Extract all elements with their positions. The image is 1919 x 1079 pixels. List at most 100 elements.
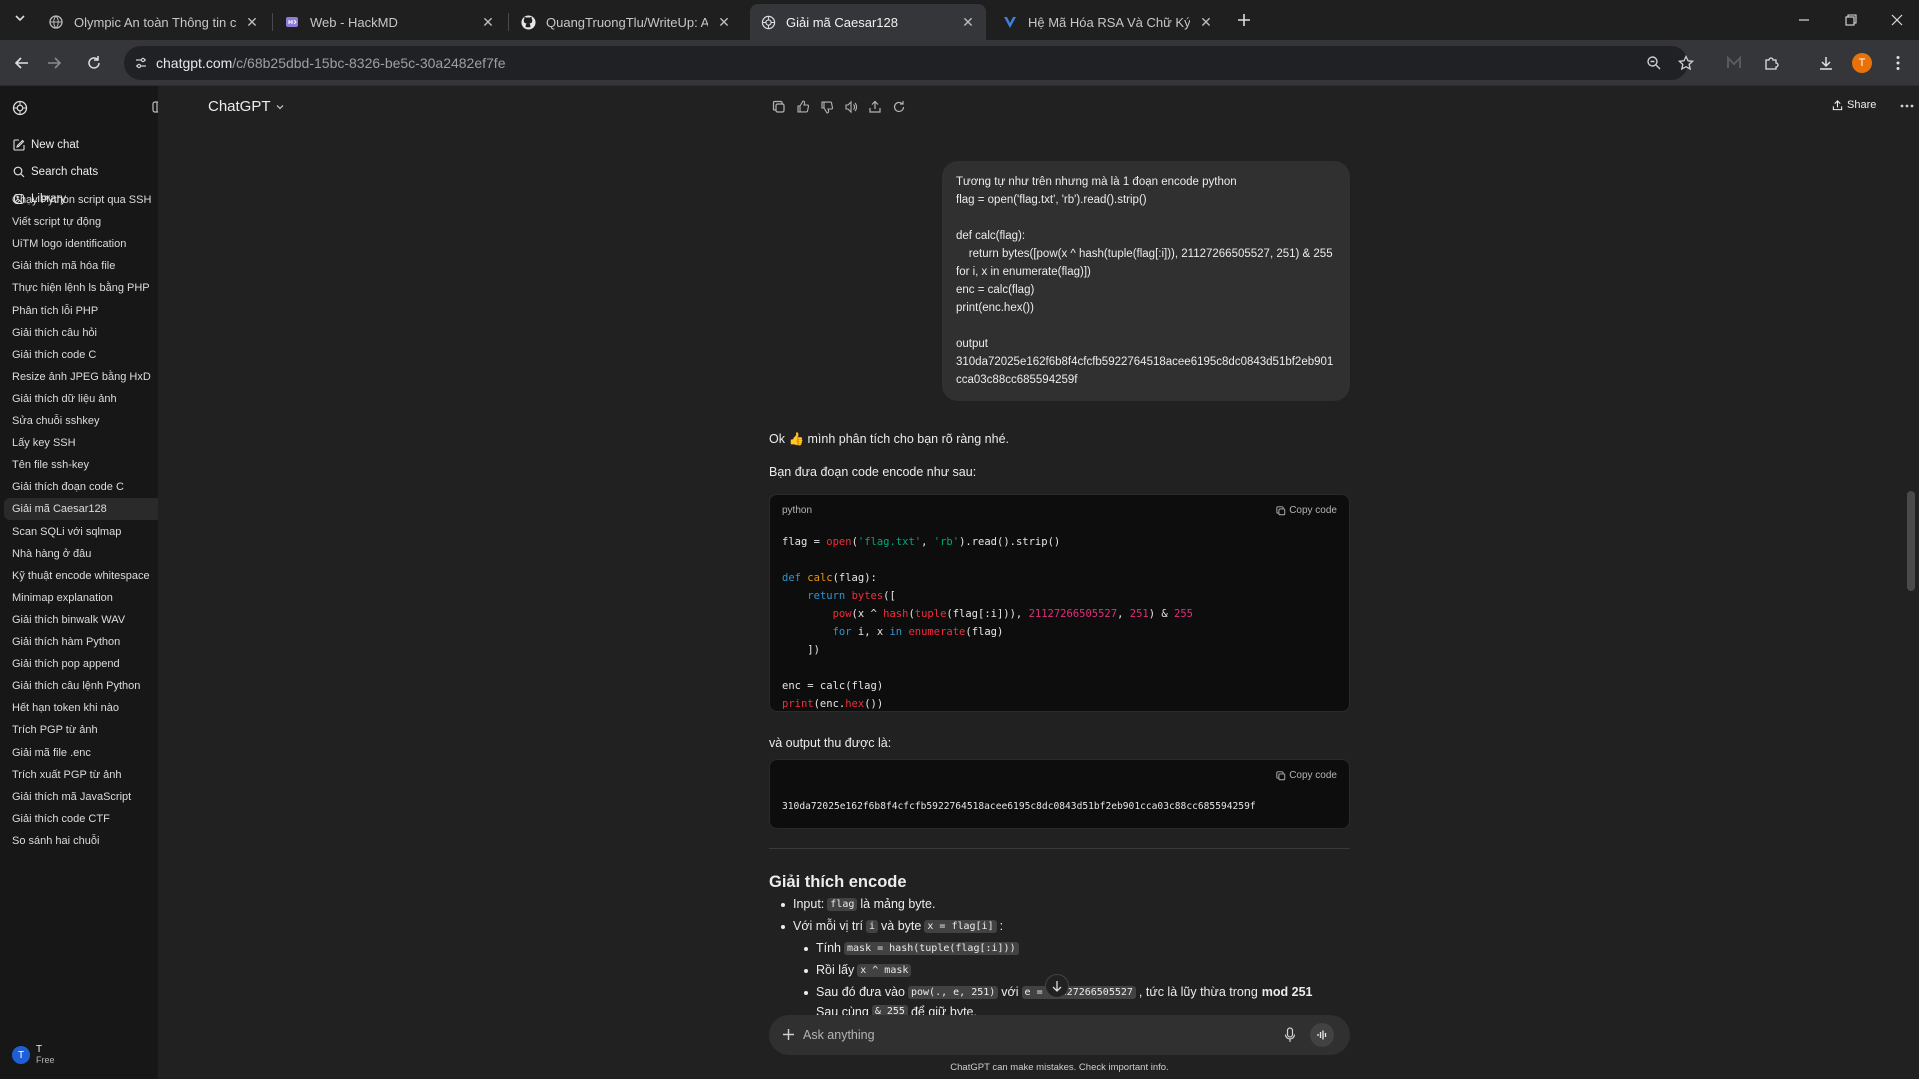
sidebar-chat-item[interactable]: Giải thích binwalk WAV <box>4 609 158 631</box>
copy-code-button[interactable]: Copy code <box>1276 770 1337 781</box>
sidebar-chat-item[interactable]: Hết hạn token khi nào <box>4 697 158 719</box>
voice-mode-button[interactable] <box>1310 1023 1334 1047</box>
sidebar-chat-item[interactable]: Thực hiện lệnh ls bằng PHP <box>4 277 158 299</box>
sidebar-chat-item[interactable]: Minimap explanation <box>4 587 158 609</box>
sidebar-chat-item[interactable]: Kỹ thuật encode whitespace <box>4 565 158 587</box>
thumbs-up-icon[interactable] <box>794 98 812 116</box>
microphone-icon[interactable] <box>1284 1027 1296 1043</box>
copy-code-button[interactable]: Copy code <box>1276 505 1337 516</box>
sidebar-chat-item[interactable]: Giải thích mã hóa file <box>4 255 158 277</box>
search-chats-button[interactable]: Search chats <box>12 165 98 178</box>
sidebar-chat-item[interactable]: Tên file ssh-key <box>4 454 158 476</box>
user-name: T <box>36 1044 43 1055</box>
close-icon[interactable]: ✕ <box>960 14 976 30</box>
main-scrollbar[interactable] <box>1907 491 1915 591</box>
user-account[interactable]: T T Free <box>12 1044 55 1066</box>
sub-list-item: Tính mask = hash(tuple(flag[:i])) <box>804 941 1022 955</box>
browser-tab-active[interactable]: Giải mã Caesar128 ✕ <box>750 4 986 40</box>
thumbs-down-icon[interactable] <box>818 98 836 116</box>
share-icon[interactable] <box>866 98 884 116</box>
extensions-puzzle-icon[interactable] <box>1758 49 1786 77</box>
more-options-icon[interactable] <box>1900 104 1914 108</box>
close-icon[interactable]: ✕ <box>244 14 260 30</box>
sidebar-chat-item[interactable]: Trích PGP từ ảnh <box>4 719 158 741</box>
sidebar-chat-item[interactable]: Giải mã Caesar128 <box>4 498 158 521</box>
sidebar-chat-item[interactable]: Viết script tự động <box>4 211 158 233</box>
openai-logo-icon[interactable] <box>12 100 28 116</box>
tab-title: Giải mã Caesar128 <box>786 14 898 30</box>
browser-tab[interactable]: Hệ Mã Hóa RSA Và Chữ Ký Số - ✕ <box>992 4 1224 40</box>
plus-icon[interactable] <box>782 1028 795 1041</box>
browser-menu-button[interactable] <box>1884 49 1912 77</box>
new-tab-button[interactable] <box>1230 6 1258 34</box>
regenerate-icon[interactable] <box>890 98 908 116</box>
inline-code: pow(., e, 251) <box>908 985 999 999</box>
close-window-button[interactable] <box>1883 6 1911 34</box>
list-item: Với mỗi vị trí i và byte x = flag[i] : <box>781 919 1003 933</box>
sidebar-chat-item[interactable]: Giải thích dữ liệu ảnh <box>4 388 158 410</box>
bookmark-star-icon[interactable] <box>1678 55 1694 71</box>
tab-title: Olympic An toàn Thông tin cấp <box>74 14 236 30</box>
text: Với mỗi vị trí <box>793 919 864 933</box>
chevron-down-icon <box>15 15 25 22</box>
tab-search-button[interactable] <box>8 6 32 30</box>
close-icon[interactable]: ✕ <box>480 14 496 30</box>
bullet <box>781 903 785 907</box>
sidebar-chat-item[interactable]: Giải thích câu hỏi <box>4 322 158 344</box>
inline-code: x = flag[i] <box>924 919 997 933</box>
sidebar-chat-item[interactable]: Giải thích mã JavaScript <box>4 786 158 808</box>
kebab-menu-icon <box>1896 56 1900 70</box>
sidebar-chat-item[interactable]: Resize ảnh JPEG bằng HxD <box>4 366 158 388</box>
read-aloud-icon[interactable] <box>842 98 860 116</box>
zoom-icon[interactable] <box>1646 55 1662 71</box>
extension-m-icon[interactable] <box>1720 49 1748 77</box>
sidebar-chat-item[interactable]: UiTM logo identification <box>4 233 158 255</box>
copy-icon[interactable] <box>770 98 788 116</box>
download-button[interactable] <box>1812 49 1840 77</box>
upload-icon <box>1832 99 1843 110</box>
text: và byte <box>881 919 922 933</box>
model-selector[interactable]: ChatGPT <box>208 98 285 115</box>
address-bar[interactable]: chatgpt.com/c/68b25dbd-15bc-8326-be5c-30… <box>124 46 1694 80</box>
scroll-down-button[interactable] <box>1045 974 1069 998</box>
browser-tab[interactable]: QuangTruongTlu/WriteUp: A pl ✕ <box>510 4 742 40</box>
profile-avatar[interactable]: T <box>1848 49 1876 77</box>
new-chat-button[interactable]: New chat <box>12 138 79 151</box>
browser-tab[interactable]: Web - HackMD ✕ <box>274 4 506 40</box>
forward-button[interactable] <box>40 49 68 77</box>
reload-button[interactable] <box>80 49 108 77</box>
close-icon[interactable]: ✕ <box>1198 14 1214 30</box>
sidebar-chat-item[interactable]: Giải mã file .enc <box>4 742 158 764</box>
restore-window-button[interactable] <box>1837 6 1865 34</box>
copy-code-label: Copy code <box>1289 770 1337 781</box>
share-button[interactable]: Share <box>1832 99 1876 111</box>
sidebar-chat-item[interactable]: Scan SQLi với sqlmap <box>4 521 158 543</box>
minimize-window-button[interactable] <box>1790 6 1818 34</box>
python-code: flag = open('flag.txt', 'rb').read().str… <box>782 536 1193 710</box>
reload-icon <box>88 56 100 69</box>
toggle-sidebar-icon[interactable] <box>152 100 158 114</box>
prompt-input[interactable] <box>803 1025 1243 1045</box>
sidebar-chat-item[interactable]: Giải thích câu lệnh Python <box>4 675 158 697</box>
url-path: /c/68b25dbd-15bc-8326-be5c-30a2482ef7fe <box>232 55 506 71</box>
sidebar-chat-item[interactable]: Trích xuất PGP từ ảnh <box>4 764 158 786</box>
sidebar-chat-item[interactable]: Sửa chuỗi sshkey <box>4 410 158 432</box>
close-icon[interactable]: ✕ <box>716 14 732 30</box>
sidebar-chat-item[interactable]: So sánh hai chuỗi <box>4 830 158 852</box>
back-button[interactable] <box>8 49 36 77</box>
arrow-down-icon <box>1052 981 1062 992</box>
sidebar-chat-item[interactable]: Nhà hàng ở đâu <box>4 543 158 565</box>
sidebar-chat-item[interactable]: Giải thích code C <box>4 344 158 366</box>
site-info-icon[interactable] <box>134 56 148 70</box>
output-intro: và output thu được là: <box>769 736 892 750</box>
sidebar-chat-item[interactable]: Giải thích code CTF <box>4 808 158 830</box>
sidebar-chat-item[interactable]: Giải thích pop append <box>4 653 158 675</box>
browser-tab[interactable]: Olympic An toàn Thông tin cấp ✕ <box>38 4 270 40</box>
sub-list-item: Sau cùng & 255 để giữ byte. <box>816 1005 977 1015</box>
sidebar-chat-item[interactable]: Giải thích đoạn code C <box>4 476 158 498</box>
sidebar-chat-item[interactable]: Giải thích hàm Python <box>4 631 158 653</box>
text: Tính <box>816 941 842 955</box>
sidebar-chat-item[interactable]: Lấy key SSH <box>4 432 158 454</box>
sidebar-chat-item[interactable]: Chạy Python script qua SSH <box>4 189 158 211</box>
sidebar-chat-item[interactable]: Phân tích lỗi PHP <box>4 300 158 322</box>
